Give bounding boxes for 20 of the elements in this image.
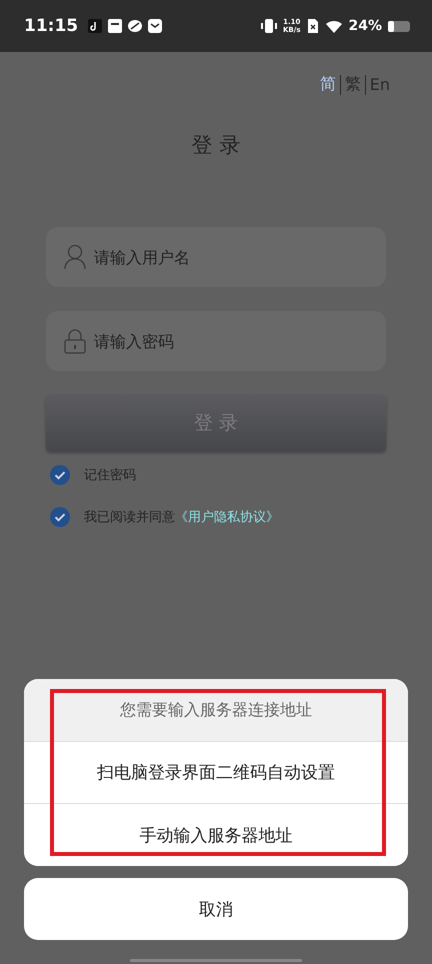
vibrate-icon [261,19,277,33]
battery-percent: 24% [348,18,382,34]
wifi-icon [326,20,342,32]
battery-icon [388,20,410,32]
page-title: 登 录 [190,132,242,159]
password-field[interactable]: 请输入密码 [46,311,386,371]
option-label: 我已阅读并同意《用户隐私协议》 [84,509,279,526]
user-icon [64,244,86,270]
option-label: 记住密码 [84,467,136,484]
cancel-button[interactable]: 取消 [24,878,408,940]
sheet-title: 您需要输入服务器连接地址 [24,679,408,742]
mail-icon [148,19,162,33]
checked-checkbox[interactable] [50,507,70,527]
lock-icon [64,328,86,354]
checked-checkbox[interactable] [50,465,70,485]
username-field[interactable]: 请输入用户名 [46,227,386,287]
status-time: 11:15 [24,16,78,36]
no-sim-icon [306,19,320,33]
privacy-link[interactable]: 《用户隐私协议》 [175,510,279,525]
language-option[interactable]: 简 [320,74,336,95]
